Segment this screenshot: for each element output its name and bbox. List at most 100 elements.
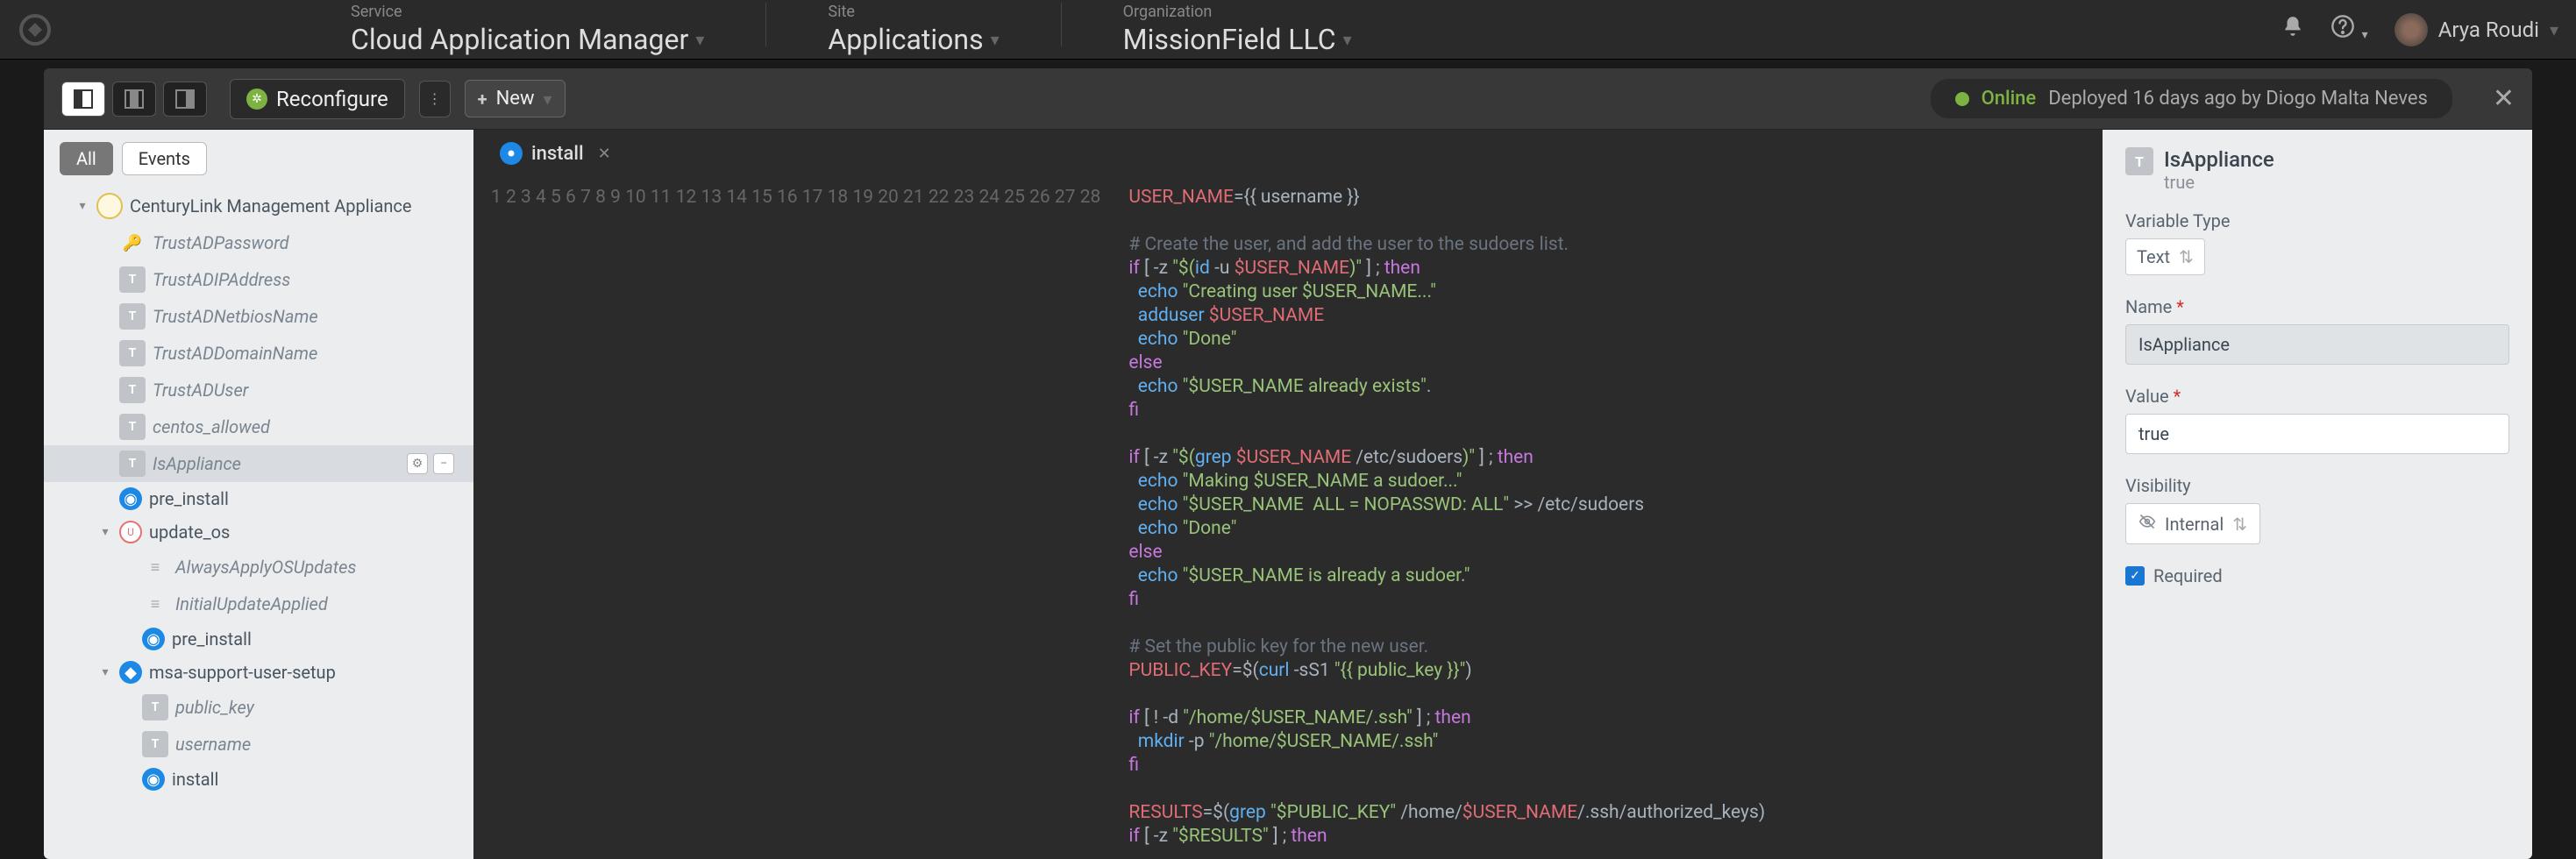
eye-off-icon <box>2138 513 2156 535</box>
view-left-panel-button[interactable] <box>61 82 105 117</box>
code-editor[interactable]: 1 2 3 4 5 6 7 8 9 10 11 12 13 14 15 16 1… <box>473 177 2103 859</box>
filter-all[interactable]: All <box>60 142 113 175</box>
text-var-icon: T <box>119 340 146 366</box>
logo-icon <box>18 12 53 47</box>
tree-label: update_os <box>149 522 230 543</box>
folder-icon: ◆ <box>119 661 142 684</box>
code-content[interactable]: USER_NAME={{ username }} # Create the us… <box>1111 177 1783 859</box>
script-icon: ◉ <box>119 487 142 510</box>
view-toggle-group <box>61 82 207 117</box>
name-input[interactable] <box>2125 324 2509 365</box>
properties-panel: T IsAppliance true Variable Type Text ⇅ … <box>2103 130 2532 859</box>
tree-row[interactable]: ▾CenturyLink Management Appliance <box>44 188 473 224</box>
tree-row[interactable]: ≡ InitialUpdateApplied <box>44 586 473 622</box>
tree-label: TrustADPassword <box>153 232 289 253</box>
key-icon: 🔑 <box>119 230 146 256</box>
required-checkbox-row[interactable]: ✓ Required <box>2125 565 2509 586</box>
breadcrumb-service[interactable]: Service Cloud Application Manager▾ <box>351 3 704 56</box>
caret-down-icon: ▾ <box>543 89 551 110</box>
tree-label: TrustADUser <box>153 380 248 401</box>
more-actions-button[interactable]: ⋮ <box>419 81 451 117</box>
bc-site-value: Applications <box>828 23 983 56</box>
main-panel: ✲ Reconfigure ⋮ + New ▾ Online Deployed … <box>44 68 2532 859</box>
text-var-icon: T <box>119 414 146 440</box>
tree: ▾CenturyLink Management Appliance🔑TrustA… <box>44 188 473 859</box>
gear-icon[interactable]: ⚙ <box>407 453 428 474</box>
text-var-icon: T <box>142 731 168 757</box>
tree-row[interactable]: TIsAppliance⚙− <box>44 445 473 482</box>
tree-row[interactable]: T TrustADDomainName <box>44 335 473 372</box>
deploy-info: Deployed 16 days ago by Diogo Malta Neve… <box>2048 88 2428 110</box>
caret-down-icon: ▾ <box>991 29 1000 50</box>
status-text: Online <box>1982 88 2037 110</box>
tab-close-icon[interactable]: ✕ <box>598 145 611 163</box>
tree-label: AlwaysApplyOSUpdates <box>175 557 356 578</box>
tree-label: TrustADDomainName <box>153 343 317 364</box>
visibility-value: Internal <box>2165 514 2224 535</box>
caret-down-icon: ▾ <box>1343 29 1352 50</box>
tree-row[interactable]: Tpublic_key <box>44 689 473 726</box>
tree-row[interactable]: ◉pre_install <box>44 622 473 656</box>
tree-row[interactable]: TTrustADNetbiosName <box>44 298 473 335</box>
tree-label: InitialUpdateApplied <box>175 593 328 614</box>
editor-area: install ✕ 1 2 3 4 5 6 7 8 9 10 11 12 13 … <box>473 130 2103 859</box>
user-name: Arya Roudi <box>2438 18 2539 42</box>
tree-label: centos_allowed <box>153 416 270 437</box>
select-caret-icon: ⇅ <box>2179 246 2194 267</box>
reconfigure-button[interactable]: ✲ Reconfigure <box>230 79 405 119</box>
new-button[interactable]: + New ▾ <box>465 80 566 117</box>
bc-org-label: Organization <box>1123 3 1352 21</box>
status-dot-icon <box>1955 92 1969 106</box>
lines-icon: ≡ <box>142 591 168 617</box>
view-right-panel-button[interactable] <box>163 82 207 117</box>
tree-row[interactable]: ◉ install <box>44 763 473 796</box>
breadcrumb-site[interactable]: Site Applications▾ <box>828 3 999 56</box>
checkbox-checked-icon[interactable]: ✓ <box>2125 566 2145 586</box>
vartype-select[interactable]: Text ⇅ <box>2125 238 2205 275</box>
tab-install[interactable]: install ✕ <box>491 137 620 170</box>
value-label: Value <box>2125 386 2169 407</box>
avatar <box>2395 13 2428 46</box>
minus-icon[interactable]: − <box>433 453 454 474</box>
help-icon[interactable]: ▾ <box>2330 14 2367 46</box>
tree-row[interactable]: ◉ pre_install <box>44 482 473 515</box>
visibility-label: Visibility <box>2125 475 2509 496</box>
tree-row[interactable]: ▾Uupdate_os <box>44 515 473 549</box>
box-icon <box>96 193 123 219</box>
tree-row[interactable]: Tcentos_allowed <box>44 408 473 445</box>
tree-row[interactable]: T TrustADIPAddress <box>44 261 473 298</box>
plus-icon: + <box>478 89 487 110</box>
tree-row[interactable]: Tusername <box>44 726 473 763</box>
breadcrumb-org[interactable]: Organization MissionField LLC ▾ <box>1123 3 1352 56</box>
filter-events[interactable]: Events <box>122 142 207 175</box>
tree-row[interactable]: ▾◆msa-support-user-setup <box>44 656 473 689</box>
vartype-value: Text <box>2137 246 2170 267</box>
status-pill: Online Deployed 16 days ago by Diogo Mal… <box>1931 79 2452 118</box>
name-label: Name <box>2125 296 2172 317</box>
reconfigure-label: Reconfigure <box>276 87 388 111</box>
text-var-icon: T <box>119 266 146 293</box>
tree-label: IsAppliance <box>153 453 241 474</box>
gutter: 1 2 3 4 5 6 7 8 9 10 11 12 13 14 15 16 1… <box>473 177 1111 859</box>
bc-service-value: Cloud Application Manager <box>351 23 688 56</box>
text-var-icon: T <box>142 694 168 721</box>
script-icon: ◉ <box>142 628 165 650</box>
tree-row[interactable]: TTrustADUser <box>44 372 473 408</box>
view-single-panel-button[interactable] <box>112 82 156 117</box>
tree-label: install <box>172 769 218 790</box>
tree-row[interactable]: 🔑 TrustADPassword <box>44 224 473 261</box>
tree-row[interactable]: ≡AlwaysApplyOSUpdates <box>44 549 473 586</box>
tree-label: pre_install <box>149 488 229 509</box>
visibility-select[interactable]: Internal ⇅ <box>2125 503 2260 544</box>
prop-subtitle: true <box>2164 172 2274 193</box>
close-button[interactable]: ✕ <box>2493 83 2515 114</box>
user-menu[interactable]: Arya Roudi ▾ <box>2395 13 2558 46</box>
tree-label: CenturyLink Management Appliance <box>130 195 411 217</box>
script-icon: ◉ <box>142 768 165 791</box>
tree-label: TrustADIPAddress <box>153 269 290 290</box>
tree-caret-icon: ▾ <box>98 525 112 539</box>
bell-icon[interactable] <box>2281 14 2304 45</box>
vartype-label: Variable Type <box>2125 210 2509 231</box>
bc-org-value: MissionField LLC <box>1123 23 1336 56</box>
value-input[interactable] <box>2125 414 2509 454</box>
